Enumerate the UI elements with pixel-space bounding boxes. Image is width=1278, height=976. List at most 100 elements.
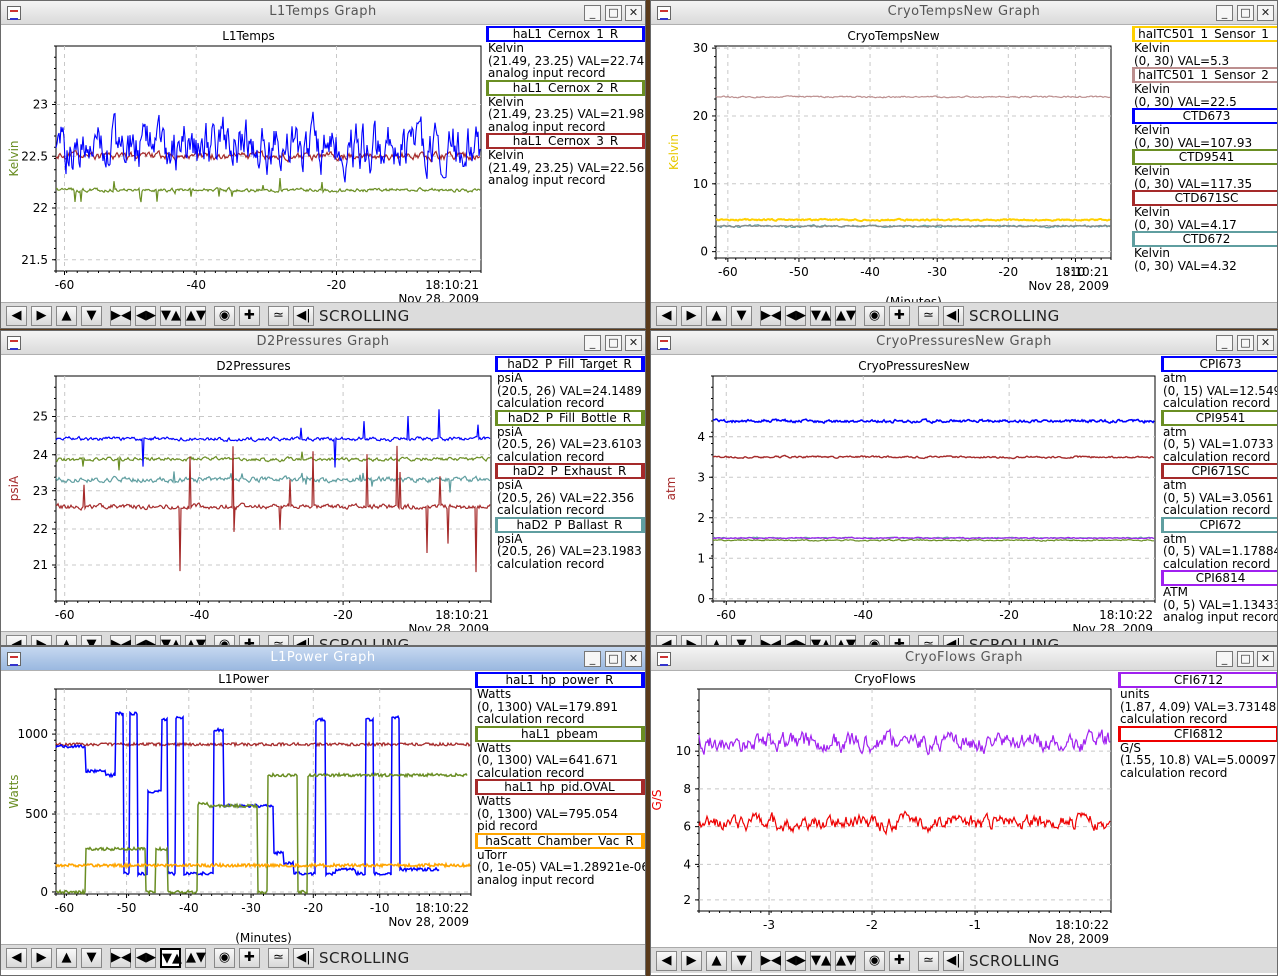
- right-arrow-icon[interactable]: ▶: [31, 948, 52, 968]
- target-icon[interactable]: ◉: [864, 306, 885, 326]
- legend-item-name[interactable]: CFI6812: [1118, 725, 1277, 742]
- collapse-horizontal-icon[interactable]: ▶◀: [760, 306, 781, 326]
- legend-item[interactable]: haL1_Cernox_3_R Kelvin (21.49, 23.25) VAL=…: [486, 133, 645, 187]
- legend-item[interactable]: CFI6812 G/S (1.55, 10.8) VAL=5.00097 calcul…: [1118, 725, 1277, 780]
- expand-vertical-icon[interactable]: ▲▼: [835, 635, 856, 645]
- collapse-vertical-icon[interactable]: ▼▲: [810, 635, 831, 645]
- rewind-icon[interactable]: ◀|: [293, 306, 314, 326]
- minimize-button[interactable]: _: [1216, 5, 1233, 21]
- legend-item-name[interactable]: haL1_pbeam: [475, 725, 645, 742]
- up-arrow-icon[interactable]: ▲: [56, 306, 77, 326]
- graph-window[interactable]: CryoFlows Graph _ □ ✕ CryoFlows 2 4 6 8 10 -3 -2…: [650, 646, 1278, 976]
- minimize-button[interactable]: _: [584, 5, 601, 21]
- legend-item[interactable]: haL1_Cernox_1_R Kelvin (21.49, 23.25) VAL=…: [486, 26, 645, 80]
- rewind-icon[interactable]: ◀|: [943, 951, 964, 971]
- legend-item[interactable]: haD2_P_Ballast_R psiA (20.5, 26) VAL=23.19…: [495, 516, 645, 571]
- minimize-button[interactable]: _: [584, 651, 601, 667]
- legend-item-name[interactable]: CTD671SC: [1132, 190, 1277, 206]
- left-arrow-icon[interactable]: ◀: [656, 635, 677, 645]
- down-arrow-icon[interactable]: ▼: [81, 635, 102, 645]
- legend-item[interactable]: CPI9541 atm (0, 5) VAL=1.0733 calculation r…: [1161, 409, 1277, 464]
- chart-svg[interactable]: D2Pressures 21 22 23 24 25 -60 -40 -20 18:10:21No…: [1, 356, 495, 631]
- legend-item[interactable]: CPI672 atm (0, 5) VAL=1.17884 calculation r…: [1161, 516, 1277, 571]
- target-icon[interactable]: ◉: [214, 306, 235, 326]
- plus-icon[interactable]: ✚: [889, 306, 910, 326]
- down-arrow-icon[interactable]: ▼: [81, 306, 102, 326]
- legend-item[interactable]: haL1_hp_power_R Watts (0, 1300) VAL=179.89…: [475, 672, 645, 726]
- close-button[interactable]: ✕: [1257, 651, 1274, 667]
- expand-horizontal-icon[interactable]: ◀▶: [785, 306, 806, 326]
- right-arrow-icon[interactable]: ▶: [31, 306, 52, 326]
- chart-svg[interactable]: L1Temps 21.5 22 22.5 23 -60 -40 -20 18:10:21Nov …: [1, 26, 486, 302]
- window-titlebar[interactable]: CryoPressuresNew Graph _ □ ✕: [651, 331, 1277, 355]
- left-arrow-icon[interactable]: ◀: [656, 306, 677, 326]
- waveform-icon[interactable]: ≃: [918, 306, 939, 326]
- minimize-button[interactable]: _: [1216, 335, 1233, 351]
- waveform-icon[interactable]: ≃: [918, 951, 939, 971]
- left-arrow-icon[interactable]: ◀: [6, 306, 27, 326]
- waveform-icon[interactable]: ≃: [268, 948, 289, 968]
- legend-item-name[interactable]: haL1_Cernox_1_R: [486, 26, 645, 42]
- collapse-vertical-icon[interactable]: ▼▲: [810, 951, 831, 971]
- graph-window[interactable]: CryoPressuresNew Graph _ □ ✕ CryoPressure…: [650, 330, 1278, 646]
- collapse-horizontal-icon[interactable]: ▶◀: [110, 306, 131, 326]
- down-arrow-icon[interactable]: ▼: [81, 948, 102, 968]
- rewind-icon[interactable]: ◀|: [293, 635, 314, 645]
- right-arrow-icon[interactable]: ▶: [681, 951, 702, 971]
- target-icon[interactable]: ◉: [214, 635, 235, 645]
- maximize-button[interactable]: □: [605, 651, 622, 667]
- legend-item[interactable]: CPI6814 ATM (0, 5) VAL=1.13433 analog input…: [1161, 570, 1277, 624]
- legend-item-name[interactable]: CPI9541: [1161, 409, 1277, 426]
- legend-item[interactable]: CFI6712 units (1.87, 4.09) VAL=3.73148 calc…: [1118, 672, 1277, 726]
- target-icon[interactable]: ◉: [864, 951, 885, 971]
- legend-item[interactable]: haL1_hp_pid.OVAL Watts (0, 1300) VAL=795.0…: [475, 779, 645, 833]
- legend-item-name[interactable]: CTD672: [1132, 231, 1277, 247]
- maximize-button[interactable]: □: [1237, 5, 1254, 21]
- plus-icon[interactable]: ✚: [239, 948, 260, 968]
- window-titlebar[interactable]: D2Pressures Graph _ □ ✕: [1, 331, 645, 355]
- minimize-button[interactable]: _: [584, 335, 601, 351]
- expand-vertical-icon[interactable]: ▲▼: [835, 951, 856, 971]
- maximize-button[interactable]: □: [605, 335, 622, 351]
- legend-item[interactable]: haL1_Cernox_2_R Kelvin (21.49, 23.25) VAL=…: [486, 79, 645, 134]
- legend-item-name[interactable]: CTD9541: [1132, 149, 1277, 165]
- legend-item-name[interactable]: haL1_hp_power_R: [475, 672, 645, 688]
- left-arrow-icon[interactable]: ◀: [6, 635, 27, 645]
- target-icon[interactable]: ◉: [214, 948, 235, 968]
- maximize-button[interactable]: □: [1237, 335, 1254, 351]
- maximize-button[interactable]: □: [1237, 651, 1254, 667]
- legend-item-name[interactable]: CPI671SC: [1161, 463, 1277, 479]
- legend-item[interactable]: CPI673 atm (0, 15) VAL=12.549 calculation r…: [1161, 356, 1277, 410]
- right-arrow-icon[interactable]: ▶: [681, 306, 702, 326]
- legend-item[interactable]: CTD672 Kelvin (0, 30) VAL=4.32: [1132, 231, 1277, 272]
- legend-item[interactable]: CTD673 Kelvin (0, 30) VAL=107.93: [1132, 108, 1277, 149]
- window-titlebar[interactable]: L1Temps Graph _ □ ✕: [1, 1, 645, 25]
- collapse-vertical-icon[interactable]: ▼▲: [160, 948, 182, 968]
- legend-item-name[interactable]: haL1_hp_pid.OVAL: [475, 779, 645, 795]
- plus-icon[interactable]: ✚: [239, 306, 260, 326]
- up-arrow-icon[interactable]: ▲: [706, 951, 727, 971]
- legend-item-name[interactable]: haITC501_1_Sensor_2_: [1132, 67, 1277, 83]
- legend-item[interactable]: CPI671SC atm (0, 5) VAL=3.0561 calculation …: [1161, 463, 1277, 517]
- legend-item-name[interactable]: haD2_P_Fill_Bottle_R: [495, 409, 645, 426]
- collapse-horizontal-icon[interactable]: ▶◀: [110, 635, 131, 645]
- legend-item[interactable]: haITC501_1_Sensor_1_ Kelvin (0, 30) VAL=5.…: [1132, 26, 1277, 67]
- legend-item[interactable]: haScatt_Chamber_Vac_R uTorr (0, 1e-05) VAL…: [475, 832, 645, 887]
- collapse-horizontal-icon[interactable]: ▶◀: [760, 635, 781, 645]
- expand-horizontal-icon[interactable]: ◀▶: [785, 951, 806, 971]
- window-titlebar[interactable]: CryoTempsNew Graph _ □ ✕: [651, 1, 1277, 25]
- expand-vertical-icon[interactable]: ▲▼: [185, 948, 206, 968]
- legend-item[interactable]: CTD671SC Kelvin (0, 30) VAL=4.17: [1132, 190, 1277, 231]
- collapse-vertical-icon[interactable]: ▼▲: [160, 306, 181, 326]
- chart-svg[interactable]: L1Power 0 500 1000 -60 -50 -40 -30 -20 -10 18:10:2…: [1, 672, 475, 944]
- right-arrow-icon[interactable]: ▶: [31, 635, 52, 645]
- legend-item-name[interactable]: haScatt_Chamber_Vac_R: [475, 832, 645, 849]
- graph-window[interactable]: CryoTempsNew Graph _ □ ✕ CryoTempsNew 0 10 2…: [650, 0, 1278, 329]
- up-arrow-icon[interactable]: ▲: [706, 306, 727, 326]
- expand-horizontal-icon[interactable]: ◀▶: [785, 635, 806, 645]
- up-arrow-icon[interactable]: ▲: [706, 635, 727, 645]
- rewind-icon[interactable]: ◀|: [943, 306, 964, 326]
- collapse-vertical-icon[interactable]: ▼▲: [810, 306, 831, 326]
- legend-item-name[interactable]: haD2_P_Ballast_R: [495, 516, 645, 533]
- waveform-icon[interactable]: ≃: [918, 635, 939, 645]
